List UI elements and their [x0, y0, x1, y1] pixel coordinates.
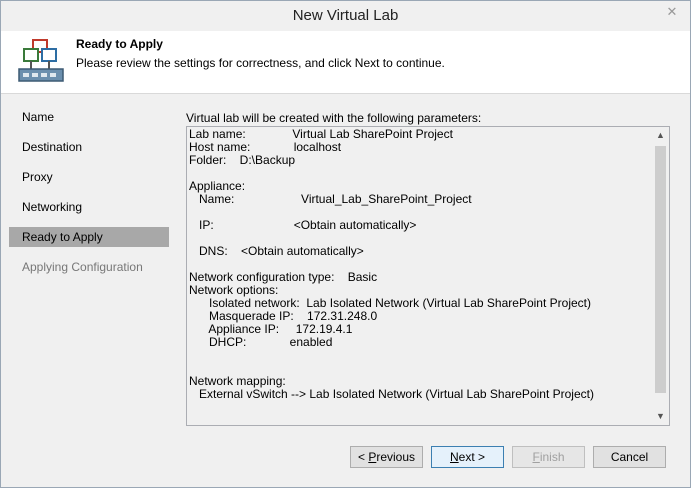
window-title: New Virtual Lab: [292, 7, 399, 24]
parameter-line: Folder: D:\Backup: [189, 153, 296, 167]
sidebar-item-destination[interactable]: Destination: [9, 137, 169, 157]
finish-label-suffix: inish: [539, 450, 565, 464]
previous-label-prefix: <: [357, 450, 369, 464]
parameters-text: Lab name: Virtual Lab SharePoint Project…: [189, 128, 653, 424]
scroll-thumb[interactable]: [655, 146, 666, 393]
vertical-scrollbar[interactable]: ▲ ▼: [652, 127, 669, 425]
step-title: Ready to Apply: [76, 37, 163, 51]
next-accel-key: N: [449, 450, 459, 464]
parameter-line: [189, 349, 653, 362]
parameters-textbox[interactable]: Lab name: Virtual Lab SharePoint Project…: [186, 126, 670, 426]
previous-label-suffix: revious: [376, 450, 416, 464]
parameter-line: DHCP: enabled: [189, 335, 333, 349]
parameter-line: IP: <Obtain automatically>: [189, 218, 417, 232]
sidebar-item-name[interactable]: Name: [9, 107, 169, 127]
finish-accel-key: F: [532, 450, 540, 464]
parameter-line: DNS: <Obtain automatically>: [189, 244, 364, 258]
scroll-up-icon[interactable]: ▲: [652, 127, 669, 144]
next-button[interactable]: Next >: [431, 446, 504, 468]
cancel-button[interactable]: Cancel: [593, 446, 666, 468]
sidebar-item-proxy[interactable]: Proxy: [9, 167, 169, 187]
wizard-header: Ready to Apply Please review the setting…: [1, 31, 690, 94]
wizard-steps-sidebar: Name Destination Proxy Networking Ready …: [1, 94, 176, 434]
close-button[interactable]: ✕: [658, 2, 686, 22]
step-description: Please review the settings for correctne…: [76, 56, 445, 70]
parameters-label: Virtual lab will be created with the fol…: [186, 111, 482, 125]
parameter-line: [189, 167, 653, 180]
sidebar-item-networking[interactable]: Networking: [9, 197, 169, 217]
parameter-line: External vSwitch --> Lab Isolated Networ…: [189, 387, 594, 401]
sidebar-item-applying-configuration: Applying Configuration: [22, 260, 143, 274]
close-icon: ✕: [666, 4, 678, 19]
sidebar-item-ready-to-apply[interactable]: Ready to Apply: [9, 227, 169, 247]
new-virtual-lab-window: New Virtual Lab ✕ Ready to Apply Please …: [0, 0, 691, 488]
title-bar: New Virtual Lab ✕: [1, 1, 690, 31]
parameter-line: Name: Virtual_Lab_SharePoint_Project: [189, 192, 472, 206]
scroll-down-icon[interactable]: ▼: [652, 408, 669, 425]
virtual-lab-icon: [18, 39, 64, 82]
next-label-suffix: ext >: [458, 450, 486, 464]
previous-button[interactable]: < Previous: [350, 446, 423, 468]
finish-button[interactable]: Finish: [512, 446, 585, 468]
